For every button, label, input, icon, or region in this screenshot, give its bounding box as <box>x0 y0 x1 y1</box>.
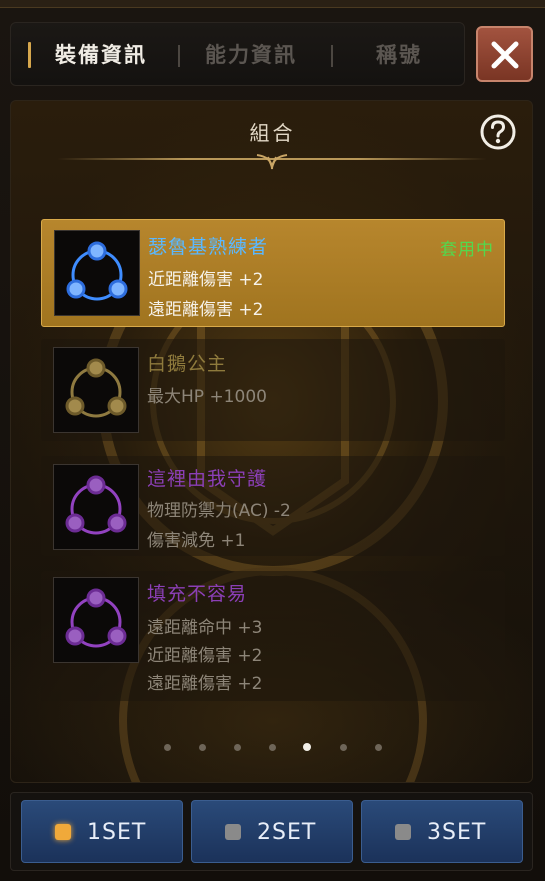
tab-titles[interactable]: 稱號 <box>376 23 422 87</box>
set-stat: 最大HP +1000 <box>147 387 267 407</box>
page-dot[interactable] <box>340 744 347 751</box>
window-top-border <box>0 0 545 8</box>
set-stat: 近距離傷害 +2 <box>147 646 263 666</box>
set-item[interactable]: 填充不容易 遠距離命中 +3 近距離傷害 +2 遠距離傷害 +2 <box>41 571 505 701</box>
set-stat: 遠距離傷害 +2 <box>148 300 264 320</box>
equipment-window: 裝備資訊 能力資訊 稱號 組合 瑟魯基熟練者 套用中 近距離傷害 +2 遠距離傷… <box>0 0 545 881</box>
set-button-label: 3SET <box>427 820 487 845</box>
set-triad-icon <box>65 475 127 535</box>
set-name: 瑟魯基熟練者 <box>148 236 269 258</box>
set-button-label: 2SET <box>257 820 317 845</box>
set-stat: 遠距離傷害 +2 <box>147 674 263 694</box>
set-item[interactable]: 這裡由我守護 物理防禦力(AC) -2 傷害減免 +1 <box>41 456 505 556</box>
page-dot[interactable] <box>269 744 276 751</box>
page-dot[interactable] <box>164 744 171 751</box>
set-name: 白鵝公主 <box>147 353 228 375</box>
set-indicator-icon <box>225 824 241 840</box>
set-button-label: 1SET <box>87 820 147 845</box>
tab-equipment-info[interactable]: 裝備資訊 <box>55 23 147 87</box>
active-tab-marker <box>28 42 31 68</box>
ornament-icon <box>256 154 288 170</box>
close-icon <box>491 41 519 69</box>
set-stat: 遠距離命中 +3 <box>147 618 263 638</box>
set-triad-icon <box>65 588 127 648</box>
tab-ability-info[interactable]: 能力資訊 <box>205 23 297 87</box>
set-icon-frame <box>54 230 140 316</box>
set-combination-panel: 組合 瑟魯基熟練者 套用中 近距離傷害 +2 遠距離傷害 +2 白鵝公主 最大H… <box>10 100 533 783</box>
set-icon-frame <box>53 464 139 550</box>
set-icon-frame <box>53 347 139 433</box>
tab-divider <box>331 45 333 67</box>
panel-title: 組合 <box>249 121 296 145</box>
set-name: 填充不容易 <box>147 583 248 605</box>
close-button[interactable] <box>476 26 533 82</box>
set-3-button[interactable]: 3SET <box>361 800 523 863</box>
help-icon[interactable] <box>479 113 517 151</box>
page-dot[interactable] <box>199 744 206 751</box>
set-name: 這裡由我守護 <box>147 468 268 490</box>
set-1-button[interactable]: 1SET <box>21 800 183 863</box>
set-stat: 近距離傷害 +2 <box>148 270 264 290</box>
page-dot[interactable] <box>375 744 382 751</box>
set-stat: 傷害減免 +1 <box>147 531 246 551</box>
set-item-active[interactable]: 瑟魯基熟練者 套用中 近距離傷害 +2 遠距離傷害 +2 <box>41 219 505 327</box>
page-dot[interactable] <box>234 744 241 751</box>
set-2-button[interactable]: 2SET <box>191 800 353 863</box>
set-triad-icon <box>65 358 127 418</box>
tab-bar: 裝備資訊 能力資訊 稱號 <box>10 22 465 86</box>
set-triad-icon <box>66 241 128 301</box>
set-indicator-icon <box>55 824 71 840</box>
set-indicator-icon <box>395 824 411 840</box>
set-item[interactable]: 白鵝公主 最大HP +1000 <box>41 339 505 441</box>
set-stat: 物理防禦力(AC) -2 <box>147 501 291 521</box>
page-dot-current[interactable] <box>303 743 311 751</box>
tab-divider <box>178 45 180 67</box>
set-icon-frame <box>53 577 139 663</box>
applied-status-badge: 套用中 <box>440 240 494 260</box>
